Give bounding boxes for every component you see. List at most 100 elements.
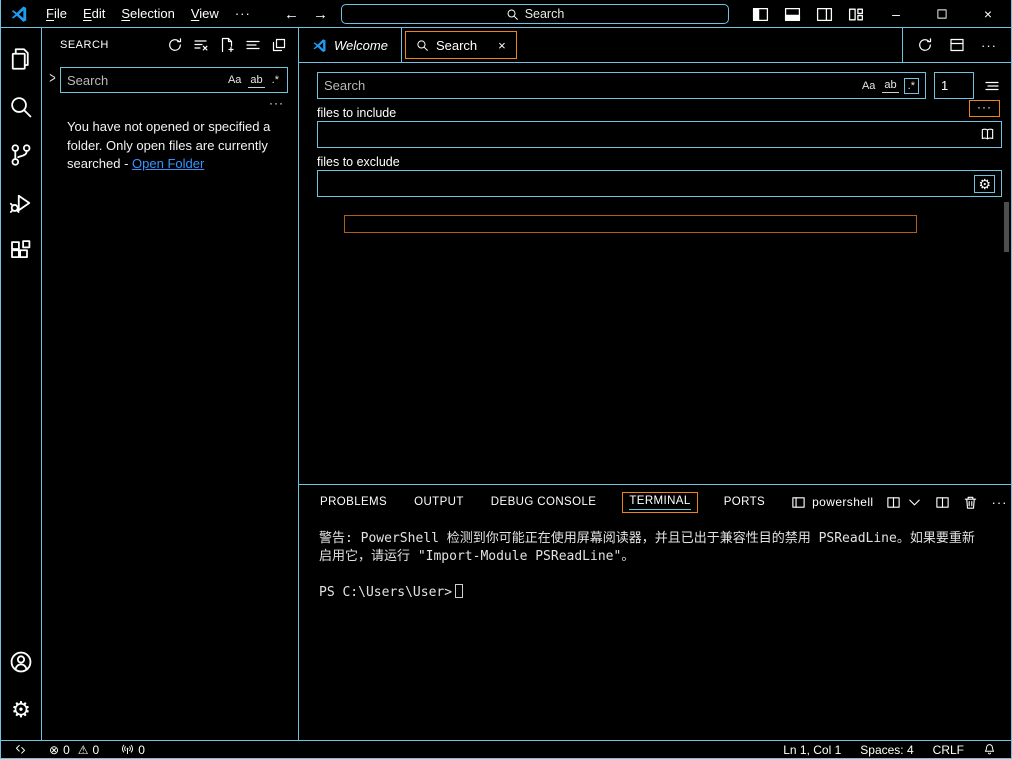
indentation[interactable]: Spaces: 4: [855, 743, 918, 757]
clear-search-results-icon[interactable]: [193, 37, 209, 53]
menu-more-button[interactable]: ···: [227, 3, 259, 24]
toggle-context-lines-button[interactable]: [982, 78, 1002, 94]
terminal-icon: [791, 495, 806, 510]
window-controls: – ×: [873, 0, 1011, 28]
toggle-search-details-button[interactable]: ···: [969, 100, 1000, 117]
maximize-button[interactable]: [919, 0, 965, 28]
search-icon: [416, 39, 429, 52]
menu-file[interactable]: File: [38, 3, 75, 24]
search-message: You have not opened or specified a folde…: [42, 110, 298, 174]
activity-accounts[interactable]: [1, 638, 42, 686]
files-to-include-label: files to include: [317, 106, 396, 120]
activity-run-debug[interactable]: [1, 179, 42, 227]
activity-bar: ⚙: [1, 28, 42, 740]
collapse-all-icon[interactable]: [271, 37, 287, 53]
kill-terminal-icon[interactable]: [963, 495, 978, 510]
sidebar-search-input[interactable]: Search Aa ab .*: [60, 67, 288, 93]
go-forward-icon[interactable]: →: [313, 6, 328, 23]
go-back-icon[interactable]: ←: [284, 6, 299, 23]
toggle-replace-chevron-icon[interactable]: >: [45, 71, 60, 88]
files-to-exclude-input[interactable]: ⚙: [317, 170, 1002, 197]
match-case-icon[interactable]: Aa: [226, 73, 243, 87]
toggle-primary-sidebar-icon[interactable]: [752, 6, 769, 23]
whole-word-icon[interactable]: ab: [248, 73, 264, 88]
whole-word-icon[interactable]: ab: [882, 78, 898, 93]
activity-source-control[interactable]: [1, 131, 42, 179]
split-terminal-icon[interactable]: [935, 495, 950, 510]
vscode-logo-icon: [312, 38, 327, 53]
eol-sequence[interactable]: CRLF: [928, 743, 969, 757]
more-actions-icon[interactable]: ···: [981, 38, 997, 53]
refresh-icon[interactable]: [167, 37, 183, 53]
search-open-editors-icon[interactable]: [980, 127, 995, 142]
run-debug-icon: [9, 191, 33, 215]
focused-result-block: [344, 215, 917, 233]
expand-all-icon[interactable]: [245, 37, 261, 53]
search-editor-query-input[interactable]: Search Aa ab .*: [317, 72, 926, 99]
tab-output[interactable]: OUTPUT: [413, 493, 465, 511]
terminal-line: 警告: PowerShell 检测到你可能正在使用屏幕阅读器，并且已出于兼容性目…: [319, 530, 1003, 548]
activity-search[interactable]: [1, 83, 42, 131]
extensions-icon: [9, 239, 33, 263]
regex-icon[interactable]: .*: [904, 78, 919, 94]
vscode-window: File Edit Selection View ··· ← → Search …: [0, 0, 1012, 759]
menu-selection[interactable]: Selection: [113, 3, 182, 24]
search-input-placeholder: Search: [67, 73, 108, 88]
toggle-secondary-sidebar-icon[interactable]: [816, 6, 833, 23]
notifications-bell[interactable]: [978, 743, 1001, 756]
sidebar-search-row: > Search Aa ab .*: [42, 62, 298, 93]
remote-indicator[interactable]: [9, 743, 32, 756]
cursor-position[interactable]: Ln 1, Col 1: [778, 743, 846, 757]
problems-status[interactable]: ⊗ 0 ⚠ 0: [44, 743, 104, 757]
files-icon: [9, 47, 33, 71]
terminal-content[interactable]: 警告: PowerShell 检测到你可能正在使用屏幕阅读器，并且已出于兼容性目…: [299, 519, 1011, 740]
tab-search[interactable]: Search ×: [405, 31, 517, 59]
files-to-include-input[interactable]: [317, 121, 1002, 148]
editor-actions: ···: [902, 28, 1011, 62]
command-center-search[interactable]: Search: [341, 4, 729, 24]
search-editor: Search Aa ab .* 1 ··· fil: [299, 63, 1011, 484]
activity-explorer[interactable]: [1, 35, 42, 83]
minimize-button[interactable]: –: [873, 0, 919, 28]
settings-gear-icon: ⚙: [11, 699, 31, 721]
match-case-icon[interactable]: Aa: [860, 79, 877, 93]
command-center-placeholder: Search: [525, 7, 565, 21]
split-editor-icon[interactable]: [949, 37, 965, 53]
chevron-down-icon: [907, 495, 922, 510]
source-control-icon: [9, 143, 33, 167]
terminal-shell-selector[interactable]: powershell: [791, 495, 873, 510]
editor-scrollbar[interactable]: [1004, 202, 1009, 252]
tab-terminal[interactable]: TERMINAL: [622, 492, 697, 513]
tab-label: Welcome: [334, 38, 388, 53]
toggle-search-details-button[interactable]: ···: [42, 93, 298, 110]
open-folder-link[interactable]: Open Folder: [132, 156, 204, 171]
title-bar: File Edit Selection View ··· ← → Search …: [1, 0, 1011, 28]
tab-debug-console[interactable]: DEBUG CONSOLE: [490, 493, 598, 511]
new-search-editor-icon[interactable]: [219, 37, 235, 53]
history-navigation: ← →: [284, 0, 328, 28]
list-lines-icon: [984, 78, 1000, 94]
activity-extensions[interactable]: [1, 227, 42, 275]
customize-layout-icon[interactable]: [848, 6, 865, 23]
sidebar-actions: [167, 37, 287, 53]
context-lines-input[interactable]: 1: [934, 72, 974, 99]
ports-status[interactable]: 0: [116, 743, 150, 757]
menu-edit[interactable]: Edit: [75, 3, 113, 24]
close-tab-icon[interactable]: ×: [498, 38, 506, 53]
use-exclude-settings-icon[interactable]: ⚙: [974, 175, 995, 193]
close-window-button[interactable]: ×: [965, 0, 1011, 28]
terminal-cursor: [455, 584, 463, 598]
tab-ports[interactable]: PORTS: [723, 493, 766, 511]
launch-profile-button[interactable]: [886, 495, 922, 510]
panel-more-actions-icon[interactable]: ···: [991, 495, 1007, 510]
search-again-icon[interactable]: [917, 37, 933, 53]
regex-icon[interactable]: .*: [270, 73, 281, 87]
menu-view[interactable]: View: [183, 3, 227, 24]
tab-welcome[interactable]: Welcome: [299, 28, 402, 62]
activity-settings[interactable]: ⚙: [1, 686, 42, 734]
workbench: ⚙ SEARCH > Search Aa: [1, 28, 1011, 740]
broadcast-icon: [121, 743, 134, 756]
search-icon: [506, 8, 519, 21]
toggle-panel-icon[interactable]: [784, 6, 801, 23]
tab-problems[interactable]: PROBLEMS: [319, 493, 388, 511]
